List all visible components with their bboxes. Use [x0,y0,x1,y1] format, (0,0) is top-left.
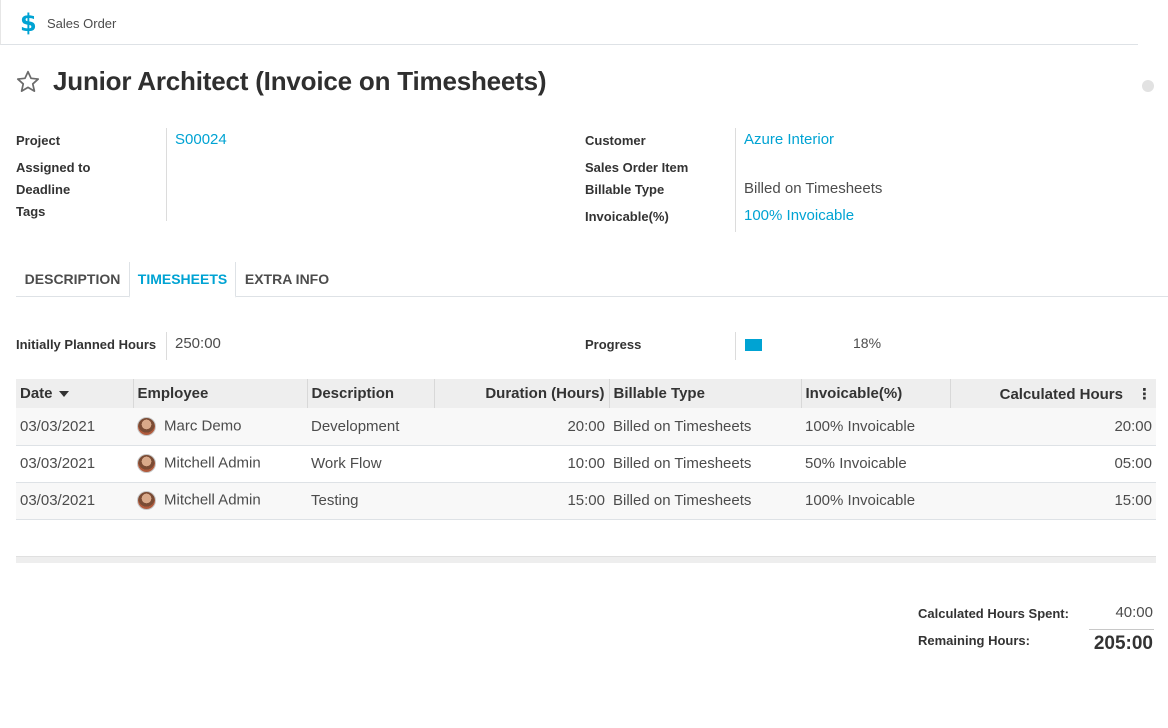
calculated-hours-cell: 05:00 [950,445,1156,483]
notebook-tabs: DESCRIPTION TIMESHEETS EXTRA INFO [16,262,1168,298]
employee-cell: Marc Demo [133,408,307,446]
column-header-calculated-hours[interactable]: Calculated Hours ⋮ [950,379,1156,408]
field-divider-left [166,128,167,221]
more-options-icon[interactable]: ⋮ [1137,385,1152,403]
sales-order-item-label: Sales Order Item [585,160,689,175]
timesheets-table: Date Employee Description Duration (Hour… [16,379,1156,520]
description-cell: Development [307,408,434,446]
sort-down-icon [58,391,69,398]
description-cell: Testing [307,482,434,520]
progress-bar [745,339,762,351]
description-cell: Work Flow [307,445,434,483]
planned-hours-value: 250:00 [175,335,221,352]
dollar-icon: $ [20,9,37,37]
deadline-label: Deadline [16,182,71,197]
date-cell: 03/03/2021 [16,482,133,520]
column-header-label: Calculated Hours [999,385,1123,403]
hours-spent-value: 40:00 [1115,604,1153,621]
planned-hours-label: Initially Planned Hours [16,337,157,352]
column-header-billable-type[interactable]: Billable Type [609,379,802,408]
customer-label: Customer [585,133,646,148]
column-header-duration[interactable]: Duration (Hours) [434,379,610,408]
tab-description[interactable]: DESCRIPTION [16,262,129,297]
remaining-hours-value: 205:00 [1093,633,1153,654]
billable-type-cell: Billed on Timesheets [609,482,801,520]
calculated-hours-cell: 20:00 [950,408,1156,446]
avatar [137,491,156,510]
billable-type-cell: Billed on Timesheets [609,445,801,483]
billable-type-cell: Billed on Timesheets [609,408,801,446]
avatar [137,454,156,473]
column-header-label: Date [20,385,53,402]
table-row[interactable]: 03/03/2021 Mitchell Admin Work Flow 10:0… [16,445,1156,483]
breadcrumb[interactable]: Sales Order [47,16,116,31]
invoicable-cell: 100% Invoicable [801,482,950,520]
date-cell: 03/03/2021 [16,445,133,483]
table-footer [16,556,1156,563]
page-title: Junior Architect (Invoice on Timesheets) [53,66,547,96]
hours-spent-label: Calculated Hours Spent: [918,606,1069,621]
column-header-invoicable[interactable]: Invoicable(%) [801,379,951,408]
table-header-row: Date Employee Description Duration (Hour… [16,379,1156,408]
progress-divider [735,332,736,360]
employee-name: Marc Demo [164,417,242,435]
employee-name: Mitchell Admin [164,491,261,509]
field-divider-right [735,128,736,232]
project-link[interactable]: S00024 [175,131,227,148]
duration-cell: 20:00 [434,408,609,446]
invoicable-cell: 50% Invoicable [801,445,950,483]
invoicable-link[interactable]: 100% Invoicable [744,207,854,224]
table-row[interactable]: 03/03/2021 Mitchell Admin Testing 15:00 … [16,482,1156,520]
top-bar: $ Sales Order [0,0,1138,45]
duration-cell: 15:00 [434,482,609,520]
billable-type-value: Billed on Timesheets [744,180,883,197]
employee-cell: Mitchell Admin [133,445,307,483]
assigned-to-label: Assigned to [16,160,91,175]
progress-percent: 18% [853,335,882,351]
project-label: Project [16,133,61,148]
planned-divider [166,332,167,360]
billable-type-label: Billable Type [585,182,665,197]
remaining-hours-label: Remaining Hours: [918,633,1030,648]
totals-divider [1089,629,1154,630]
tags-label: Tags [16,204,46,219]
duration-cell: 10:00 [434,445,609,483]
invoicable-cell: 100% Invoicable [801,408,950,446]
tab-extra-info[interactable]: EXTRA INFO [236,262,338,297]
tab-timesheets[interactable]: TIMESHEETS [129,262,236,298]
calculated-hours-cell: 15:00 [950,482,1156,520]
employee-name: Mitchell Admin [164,454,261,472]
invoicable-label: Invoicable(%) [585,209,669,224]
table-row[interactable]: 03/03/2021 Marc Demo Development 20:00 B… [16,408,1156,446]
column-header-date[interactable]: Date [16,379,134,408]
column-header-employee[interactable]: Employee [133,379,308,408]
employee-cell: Mitchell Admin [133,482,307,520]
customer-link[interactable]: Azure Interior [744,131,834,148]
date-cell: 03/03/2021 [16,408,133,446]
progress-label: Progress [585,337,642,352]
status-indicator[interactable] [1142,80,1154,92]
star-icon[interactable] [15,69,41,95]
column-header-description[interactable]: Description [307,379,435,408]
avatar [137,416,156,436]
